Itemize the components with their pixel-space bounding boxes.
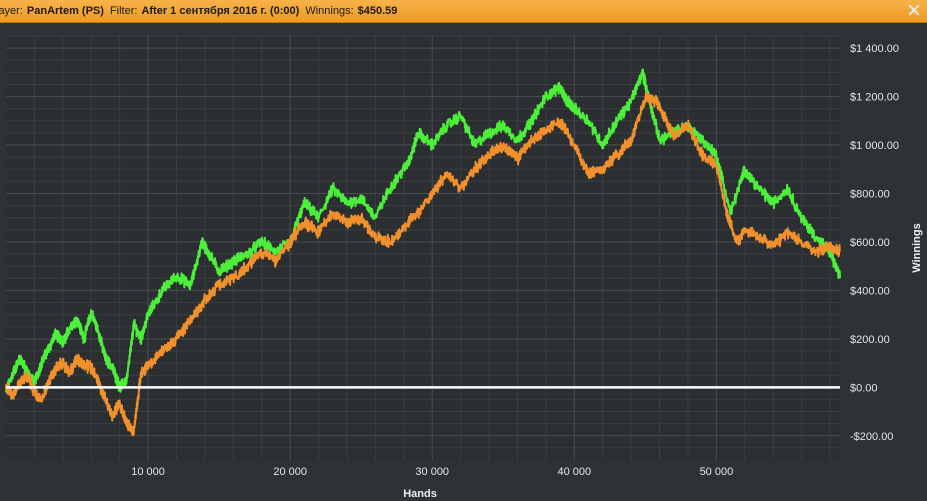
y-tick-label: $1 200.00 <box>850 92 899 104</box>
y-axis-ticks: $1 400.00 $1 200.00 $1 000.00 $800.00 $600.0… <box>850 43 899 443</box>
x-tick-label: 40 000 <box>557 466 591 478</box>
y-tick-label: $0.00 <box>850 382 878 394</box>
x-tick-label: 50 000 <box>700 466 734 478</box>
winnings-chart: 10 000 20 000 30 000 40 000 50 000 $1 400.00… <box>5 35 923 500</box>
plot-area <box>6 36 840 460</box>
x-tick-label: 30 000 <box>415 466 449 478</box>
x-axis-ticks: 10 000 20 000 30 000 40 000 50 000 <box>131 466 733 478</box>
x-axis-title: Hands <box>403 488 437 500</box>
y-axis-title: Winnings <box>911 223 923 272</box>
y-tick-label: $1 000.00 <box>850 140 899 152</box>
y-tick-label: $400.00 <box>850 285 890 297</box>
y-tick-label: -$200.00 <box>850 431 893 443</box>
x-tick-label: 10 000 <box>131 466 165 478</box>
y-tick-label: $600.00 <box>850 237 890 249</box>
x-tick-label: 20 000 <box>273 466 307 478</box>
y-tick-label: $200.00 <box>850 334 890 346</box>
y-tick-label: $1 400.00 <box>850 43 899 55</box>
y-tick-label: $800.00 <box>850 188 890 200</box>
